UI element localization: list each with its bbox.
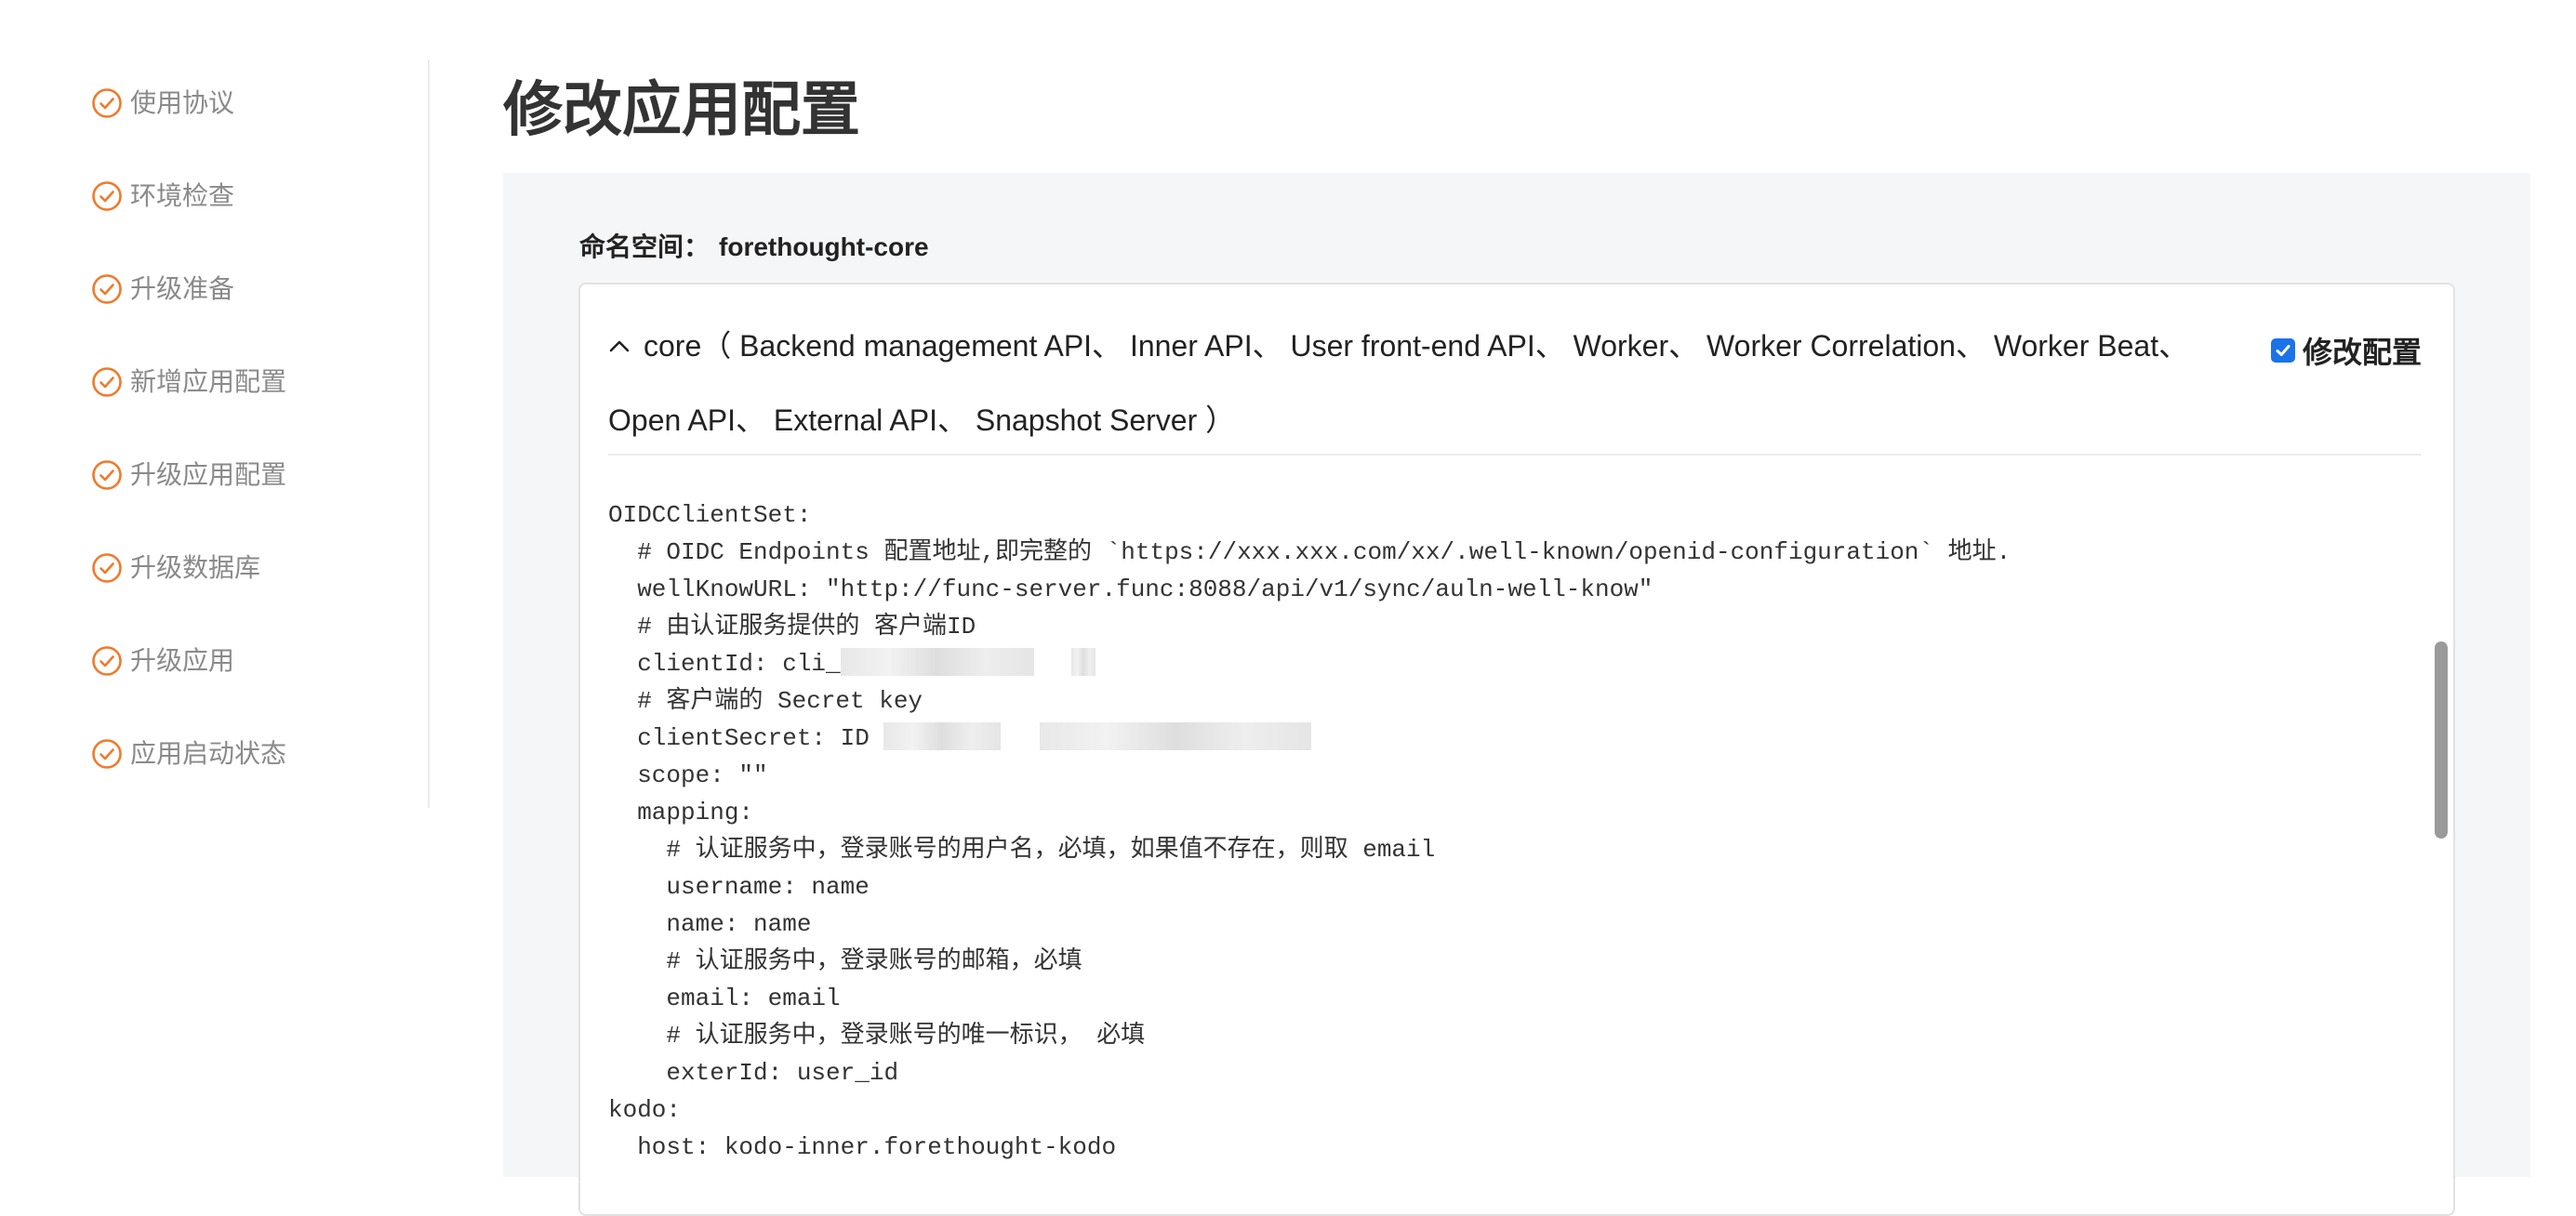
sidebar-item-label: 升级应用 <box>130 646 235 675</box>
sidebar-item-upgrade-app-config[interactable]: 升级应用配置 <box>91 459 286 491</box>
code-line: username: name <box>608 873 870 901</box>
chevron-up-icon[interactable] <box>608 337 631 355</box>
config-editor[interactable]: OIDCClientSet: # OIDC Endpoints 配置地址,即完整… <box>608 496 2422 1166</box>
check-circle-icon <box>92 553 122 583</box>
check-circle-icon <box>92 88 122 118</box>
card-header[interactable]: core（ Backend management API、 Inner API、… <box>608 305 2422 456</box>
check-circle-icon <box>92 181 122 211</box>
code-line: wellKnowURL: "http://func-server.func:80… <box>608 575 1653 603</box>
sidebar-item-terms[interactable]: 使用协议 <box>91 87 234 119</box>
code-line: exterId: user_id <box>608 1059 899 1087</box>
sidebar-item-label: 新增应用配置 <box>130 367 287 396</box>
code-line: OIDCClientSet: <box>608 501 812 529</box>
sidebar-item-label: 使用协议 <box>130 88 235 117</box>
namespace-label: 命名空间： <box>579 232 710 261</box>
code-line: clientId: cli_ <box>608 645 2422 682</box>
code-line: # 认证服务中，登录账号的唯一标识， 必填 <box>608 1022 1146 1050</box>
card-header-line1: core（ Backend management API、 Inner API、… <box>644 329 2189 363</box>
card-header-title: core（ Backend management API、 Inner API、… <box>608 325 2188 366</box>
code-line: mapping: <box>608 799 754 826</box>
sidebar-item-app-start-status[interactable]: 应用启动状态 <box>91 738 286 770</box>
code-line: scope: "" <box>608 761 768 789</box>
namespace-row: 命名空间： forethought-core <box>579 231 929 264</box>
sidebar-item-label: 升级数据库 <box>130 553 261 582</box>
checkbox-checked-icon[interactable] <box>2270 338 2295 363</box>
step-sidebar: 使用协议 环境检查 升级准备 新增应用配置 升级应用配置 升级数据库 升级应用 … <box>0 59 430 808</box>
code-line: # 认证服务中，登录账号的邮箱，必填 <box>608 947 1082 975</box>
check-circle-icon <box>92 739 122 769</box>
code-line: clientSecret: ID <box>608 720 2422 757</box>
modify-config-checkbox[interactable]: 修改配置 <box>2270 329 2422 372</box>
sidebar-item-label: 应用启动状态 <box>130 739 287 768</box>
redacted-value <box>883 722 1002 751</box>
code-line: # 认证服务中，登录账号的用户名，必填，如果值不存在，则取 email <box>608 836 1436 864</box>
sidebar-item-upgrade-prep[interactable]: 升级准备 <box>91 273 234 305</box>
code-line: host: kodo-inner.forethought-kodo <box>608 1133 1117 1161</box>
code-line: # 由认证服务提供的 客户端ID <box>608 613 976 641</box>
client-id-text: clientId: cli_ <box>608 650 841 678</box>
editor-scrollbar[interactable] <box>2435 641 2448 839</box>
check-circle-icon <box>92 460 122 490</box>
namespace-value: forethought-core <box>719 232 929 261</box>
card-header-line2: Open API、 External API、 Snapshot Server … <box>608 403 1236 437</box>
sidebar-item-new-app-config[interactable]: 新增应用配置 <box>91 366 286 398</box>
redacted-value <box>1070 648 1095 677</box>
sidebar-item-env-check[interactable]: 环境检查 <box>91 180 234 212</box>
client-secret-text: clientSecret: ID <box>608 724 884 752</box>
code-line: kodo: <box>608 1096 682 1124</box>
redacted-value <box>1040 722 1312 751</box>
check-circle-icon <box>92 367 122 397</box>
check-circle-icon <box>92 274 122 304</box>
sidebar-item-upgrade-app[interactable]: 升级应用 <box>91 645 234 677</box>
check-circle-icon <box>92 646 122 676</box>
sidebar-item-label: 升级应用配置 <box>130 460 287 489</box>
code-line: email: email <box>608 985 841 1012</box>
page-title: 修改应用配置 <box>503 76 860 143</box>
modify-config-label: 修改配置 <box>2302 336 2422 369</box>
redacted-value <box>840 648 1034 677</box>
sidebar-item-upgrade-db[interactable]: 升级数据库 <box>91 552 260 584</box>
code-line: name: name <box>608 910 812 938</box>
sidebar-item-label: 环境检查 <box>130 181 235 210</box>
code-line: # 客户端的 Secret key <box>608 687 923 715</box>
sidebar-item-label: 升级准备 <box>130 274 235 303</box>
config-card: core（ Backend management API、 Inner API、… <box>578 283 2455 1216</box>
code-line: # OIDC Endpoints 配置地址,即完整的 `https://xxx.… <box>608 538 2012 566</box>
